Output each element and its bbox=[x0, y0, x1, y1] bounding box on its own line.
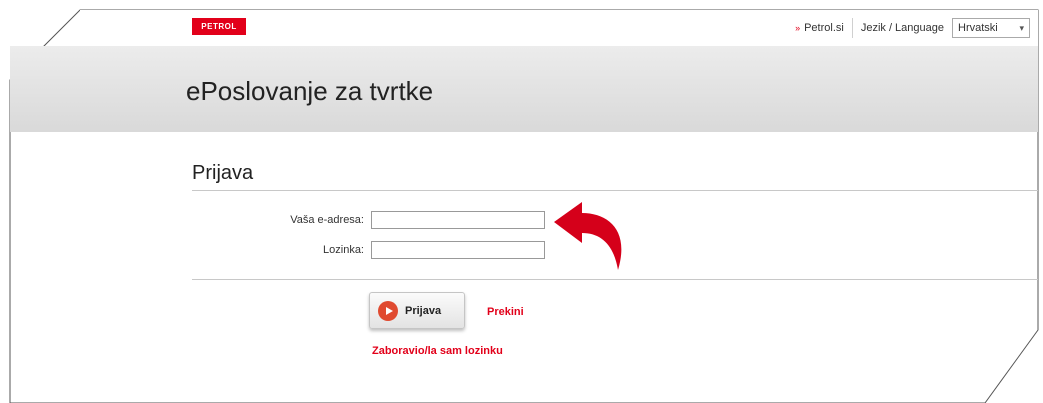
divider bbox=[192, 190, 1038, 191]
language-select-value: Hrvatski bbox=[958, 22, 998, 34]
password-label: Lozinka: bbox=[323, 244, 364, 256]
password-field[interactable] bbox=[371, 241, 545, 259]
login-button-label: Prijava bbox=[405, 304, 442, 317]
language-select[interactable]: Hrvatski ▾ bbox=[952, 18, 1030, 38]
forgot-password-link[interactable]: Zaboravio/la sam lozinku bbox=[372, 345, 503, 357]
divider bbox=[192, 279, 1038, 280]
petrol-site-link-label: Petrol.si bbox=[804, 22, 844, 34]
chevron-down-icon: ▾ bbox=[1019, 22, 1024, 33]
login-button[interactable]: Prijava bbox=[369, 292, 465, 329]
login-title: Prijava bbox=[192, 162, 254, 184]
top-bar: PETROL » Petrol.si Jezik / Language Hrva… bbox=[80, 10, 1038, 46]
play-circle-icon bbox=[378, 300, 398, 321]
page-title: ePoslovanje za tvrtke bbox=[186, 76, 434, 106]
language-label: Jezik / Language bbox=[860, 22, 944, 34]
petrol-site-link[interactable]: » Petrol.si bbox=[795, 22, 844, 34]
double-chevron-icon: » bbox=[795, 23, 801, 33]
header-band: ePoslovanje za tvrtke bbox=[10, 46, 1038, 132]
curved-arrow-icon bbox=[554, 202, 622, 270]
cancel-link[interactable]: Prekini bbox=[487, 306, 524, 318]
petrol-logo[interactable]: PETROL bbox=[192, 18, 246, 35]
top-links: » Petrol.si Jezik / Language Hrvatski ▾ bbox=[795, 18, 1030, 38]
email-label: Vaša e-adresa: bbox=[290, 214, 364, 226]
divider bbox=[851, 18, 853, 38]
email-field[interactable] bbox=[371, 211, 545, 229]
